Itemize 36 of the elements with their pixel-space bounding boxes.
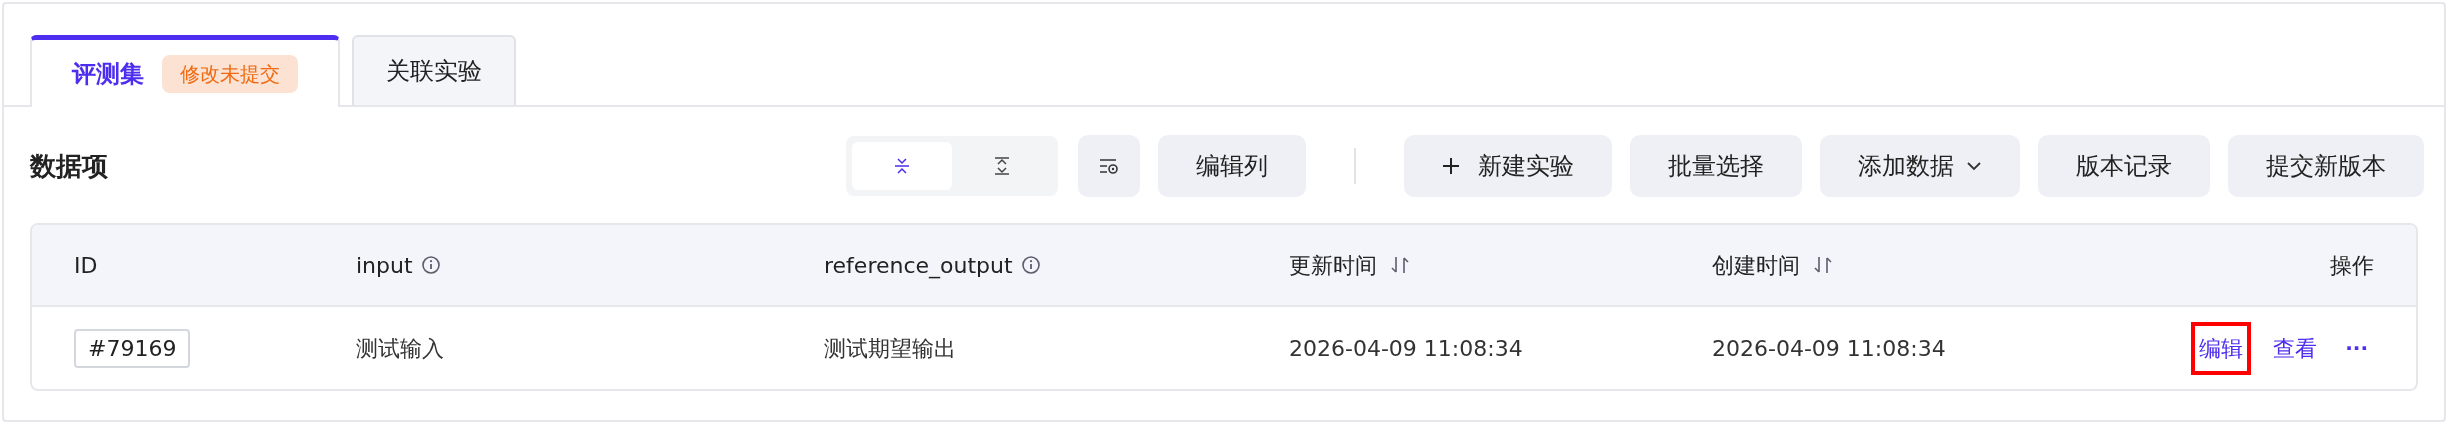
- column-header: reference_output: [824, 251, 1013, 281]
- tab[interactable]: 关联实验: [352, 35, 516, 105]
- new-experiment-button[interactable]: 新建实验: [1404, 135, 1612, 197]
- info-icon: [1020, 255, 1041, 275]
- list-settings-icon: [1098, 156, 1120, 176]
- toolbar-button[interactable]: 提交新版本: [2228, 135, 2424, 197]
- add-data-button[interactable]: 添加数据: [1820, 135, 2020, 197]
- tab-label: 评测集: [72, 58, 144, 90]
- sort-icon[interactable]: [1389, 254, 1411, 276]
- status-badge: 修改未提交: [162, 54, 298, 93]
- table-cell-text: 测试期望输出: [824, 334, 957, 363]
- column-header: ID: [74, 251, 98, 280]
- column-header: 创建时间: [1712, 251, 1800, 280]
- action-link[interactable]: 编辑: [2191, 321, 2252, 375]
- collapse-icon: [892, 156, 912, 176]
- action-link[interactable]: 查看: [2265, 321, 2326, 375]
- column-header: 更新时间: [1289, 251, 1377, 280]
- toolbar-button[interactable]: 版本记录: [2038, 135, 2210, 197]
- id-tag: #79169: [74, 328, 191, 368]
- info-icon: [420, 255, 441, 275]
- table-cell-text: 测试输入: [356, 334, 445, 363]
- toolbar-button[interactable]: 编辑列: [1158, 135, 1306, 197]
- toolbar-button[interactable]: 批量选择: [1630, 135, 1802, 197]
- plus-icon: [1442, 157, 1460, 175]
- tab-label: 关联实验: [386, 56, 482, 87]
- column-settings-button[interactable]: [1078, 135, 1140, 197]
- tab[interactable]: 评测集 修改未提交: [30, 35, 340, 107]
- expand-icon: [992, 156, 1012, 176]
- column-header: input: [356, 251, 413, 280]
- table-cell-text: 2026-04-09 11:08:34: [1712, 334, 1947, 363]
- more-button[interactable]: ···: [2339, 323, 2374, 373]
- section-title: 数据项: [30, 149, 108, 183]
- table-cell-text: 2026-04-09 11:08:34: [1289, 334, 1524, 363]
- chevron-down-icon: [1966, 161, 1982, 171]
- column-header: 操作: [2330, 251, 2374, 280]
- sort-icon[interactable]: [1812, 254, 1834, 276]
